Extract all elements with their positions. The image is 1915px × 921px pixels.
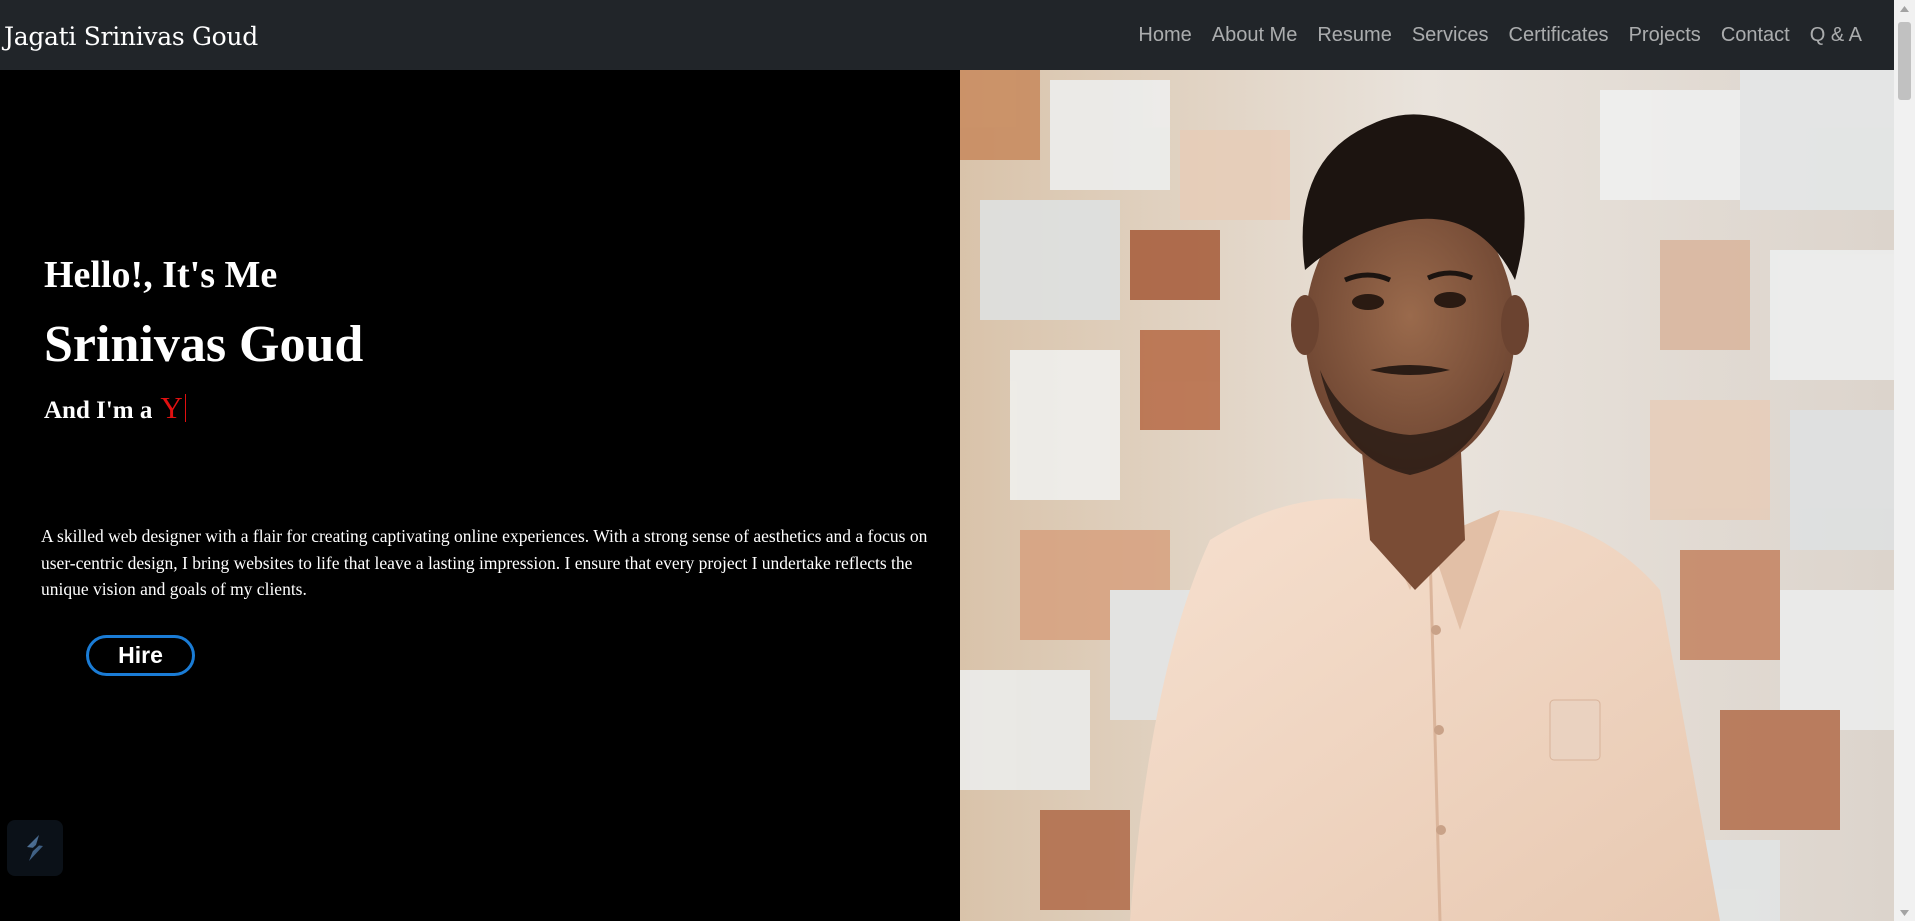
hire-button[interactable]: Hire (86, 635, 195, 676)
hero-section: Hello!, It's Me Srinivas Goud And I'm a … (0, 70, 960, 921)
profile-photo-image (960, 70, 1894, 921)
navbar: Jagati Srinivas Goud Home About Me Resum… (0, 0, 1894, 70)
hero-description: A skilled web designer with a flair for … (41, 526, 928, 599)
nav-link-contact[interactable]: Contact (1711, 24, 1800, 47)
nav-link-qa[interactable]: Q & A (1800, 24, 1872, 47)
nav-link-about-me[interactable]: About Me (1202, 24, 1308, 47)
hero-role-prefix: And I'm a (44, 397, 153, 424)
nav-link-resume[interactable]: Resume (1307, 24, 1401, 47)
hero-greeting: Hello!, It's Me (44, 254, 278, 296)
nav-link-certificates[interactable]: Certificates (1499, 24, 1619, 47)
page-scrollbar[interactable] (1894, 0, 1915, 921)
lightning-bolt-icon (27, 835, 43, 861)
nav-link-services[interactable]: Services (1402, 24, 1499, 47)
arrow-down-icon[interactable] (1894, 904, 1915, 921)
brand-title[interactable]: Jagati Srinivas Goud (4, 20, 258, 51)
floating-widget[interactable] (7, 820, 63, 876)
hero-typed-text: Y (160, 390, 183, 425)
typing-cursor (184, 394, 186, 422)
nav-link-home[interactable]: Home (1128, 24, 1201, 47)
nav-link-projects[interactable]: Projects (1619, 24, 1711, 47)
scrollbar-thumb[interactable] (1898, 22, 1911, 100)
arrow-up-icon[interactable] (1894, 0, 1915, 17)
profile-photo (960, 70, 1894, 921)
nav-links: Home About Me Resume Services Certificat… (1128, 24, 1872, 47)
hero-name: Srinivas Goud (44, 316, 364, 373)
hero-role-line: And I'm a Y (44, 390, 186, 426)
